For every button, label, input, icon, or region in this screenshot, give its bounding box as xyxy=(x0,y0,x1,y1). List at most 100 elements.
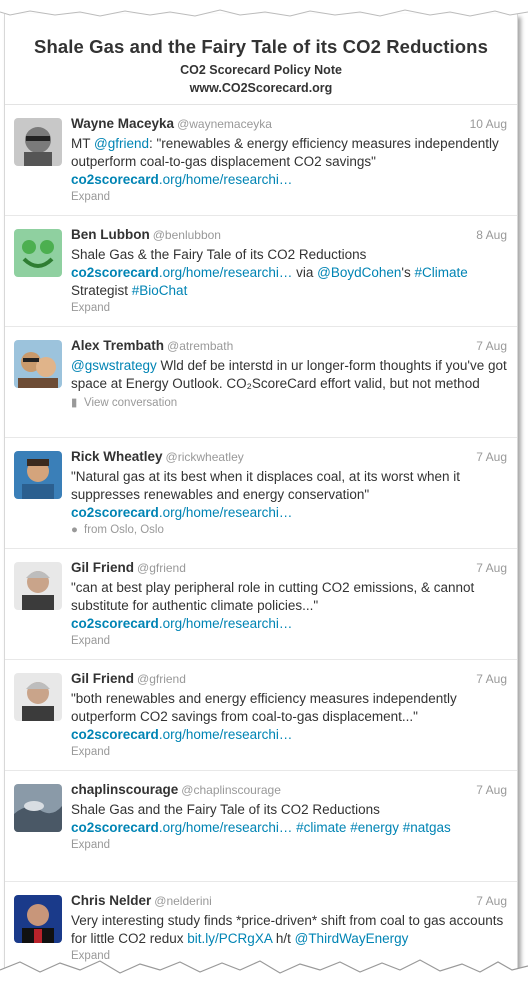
hashtag-link[interactable]: #BioChat xyxy=(132,283,188,298)
tweet-text: Very interesting study finds *price-driv… xyxy=(71,912,507,948)
tweet-date[interactable]: 7 Aug xyxy=(476,339,507,353)
mention-link[interactable]: @gswstrategy xyxy=(71,358,157,373)
link-domain: co2scorecard xyxy=(71,172,159,187)
article-link[interactable]: co2scorecard.org/home/researchi… xyxy=(71,727,292,742)
avatar[interactable] xyxy=(14,895,62,943)
tweet-widget: Shale Gas and the Fairy Tale of its CO2 … xyxy=(4,14,518,976)
author-handle[interactable]: @waynemaceyka xyxy=(177,117,272,131)
tweet-text: @gswstrategy Wld def be interstd in ur l… xyxy=(71,357,507,393)
author-handle[interactable]: @gfriend xyxy=(137,672,186,686)
tweet-text: "can at best play peripheral role in cut… xyxy=(71,579,507,633)
text-segment: "both renewables and energy efficiency m… xyxy=(71,691,457,724)
author-handle[interactable]: @chaplinscourage xyxy=(181,783,281,797)
author-name[interactable]: Gil Friend xyxy=(71,671,134,686)
tweet-text: MT @gfriend: "renewables & energy effici… xyxy=(71,135,507,189)
site-url[interactable]: www.CO2Scorecard.org xyxy=(5,81,517,95)
mention-link[interactable]: @gfriend xyxy=(94,136,149,151)
link-path: .org/home/researchi… xyxy=(158,820,293,835)
author-handle[interactable]: @atrembath xyxy=(167,339,233,353)
article-link[interactable]: co2scorecard.org/home/researchi… xyxy=(71,505,292,520)
text-segment: 's xyxy=(401,265,415,280)
tweet-text: Shale Gas & the Fairy Tale of its CO2 Re… xyxy=(71,246,507,300)
tweet-date[interactable]: 7 Aug xyxy=(476,672,507,686)
link-path: .org/home/researchi… xyxy=(158,616,293,631)
expand-link[interactable]: Expand xyxy=(71,635,507,650)
mention-link[interactable]: @ThirdWayEnergy xyxy=(295,931,409,946)
speech-bubble-icon: ▮ xyxy=(71,397,78,409)
author-name[interactable]: Alex Trembath xyxy=(71,338,164,353)
footer-label: from Oslo, Oslo xyxy=(84,524,164,536)
expand-link[interactable]: Expand xyxy=(71,839,507,854)
footer-label: Expand xyxy=(71,950,111,962)
tweet-date[interactable]: 8 Aug xyxy=(476,228,507,242)
footer-label: Expand xyxy=(71,302,111,314)
link-domain: co2scorecard xyxy=(71,616,159,631)
article-link[interactable]: co2scorecard.org/home/researchi… xyxy=(71,172,292,187)
link-path: .org/home/researchi… xyxy=(158,265,293,280)
link-domain: co2scorecard xyxy=(71,727,159,742)
footer-label: Expand xyxy=(71,839,111,851)
text-segment: Shale Gas and the Fairy Tale of its CO2 … xyxy=(71,802,380,817)
footer-label: Expand xyxy=(71,635,111,647)
hashtag-link[interactable]: #natgas xyxy=(403,820,451,835)
tweet: Ben Lubbon @benlubbon 8 Aug Shale Gas & t… xyxy=(5,216,517,327)
avatar[interactable] xyxy=(14,451,62,499)
expand-link[interactable]: Expand xyxy=(71,950,507,965)
author-name[interactable]: Ben Lubbon xyxy=(71,227,150,242)
text-segment: via xyxy=(292,265,318,280)
short-link[interactable]: bit.ly/PCRgXA xyxy=(187,931,272,946)
avatar[interactable] xyxy=(14,784,62,832)
author-handle[interactable]: @rickwheatley xyxy=(166,450,244,464)
tweet-text: Shale Gas and the Fairy Tale of its CO2 … xyxy=(71,801,507,837)
link-domain: co2scorecard xyxy=(71,505,159,520)
view-conversation-link[interactable]: ▮ View conversation xyxy=(71,395,507,410)
mention-link[interactable]: @BoydCohen xyxy=(317,265,401,280)
avatar[interactable] xyxy=(14,118,62,166)
link-path: .org/home/researchi… xyxy=(158,172,293,187)
article-link[interactable]: co2scorecard.org/home/researchi… xyxy=(71,820,292,835)
hashtag-link[interactable]: #energy xyxy=(350,820,399,835)
widget-header: Shale Gas and the Fairy Tale of its CO2 … xyxy=(5,14,517,105)
tweet: chaplinscourage @chaplinscourage 7 Aug Sh… xyxy=(5,771,517,882)
text-segment: h/t xyxy=(272,931,295,946)
avatar[interactable] xyxy=(14,340,62,388)
tweet-date[interactable]: 7 Aug xyxy=(476,450,507,464)
article-link[interactable]: co2scorecard.org/home/researchi… xyxy=(71,616,292,631)
avatar[interactable] xyxy=(14,229,62,277)
link-domain: co2scorecard xyxy=(71,265,159,280)
author-name[interactable]: Rick Wheatley xyxy=(71,449,163,464)
tweet: Gil Friend @gfriend 7 Aug "can at best pl… xyxy=(5,549,517,660)
location-label[interactable]: ● from Oslo, Oslo xyxy=(71,524,507,539)
avatar[interactable] xyxy=(14,673,62,721)
text-segment: "can at best play peripheral role in cut… xyxy=(71,580,475,613)
tweet-text: "Natural gas at its best when it displac… xyxy=(71,468,507,522)
author-name[interactable]: Gil Friend xyxy=(71,560,134,575)
author-name[interactable]: chaplinscourage xyxy=(71,782,178,797)
tweet-date[interactable]: 10 Aug xyxy=(470,117,507,131)
page-title: Shale Gas and the Fairy Tale of its CO2 … xyxy=(34,36,488,57)
tweet-list: Wayne Maceyka @waynemaceyka 10 Aug MT @gf… xyxy=(5,105,517,976)
avatar[interactable] xyxy=(14,562,62,610)
text-segment: MT xyxy=(71,136,94,151)
expand-link[interactable]: Expand xyxy=(71,746,507,761)
author-handle[interactable]: @gfriend xyxy=(137,561,186,575)
text-segment: "Natural gas at its best when it displac… xyxy=(71,469,460,502)
article-link[interactable]: co2scorecard.org/home/researchi… xyxy=(71,265,292,280)
author-name[interactable]: Chris Nelder xyxy=(71,893,151,908)
tweet-date[interactable]: 7 Aug xyxy=(476,561,507,575)
author-handle[interactable]: @nelderini xyxy=(154,894,212,908)
tweet-date[interactable]: 7 Aug xyxy=(476,783,507,797)
expand-link[interactable]: Expand xyxy=(71,191,507,206)
expand-link[interactable]: Expand xyxy=(71,302,507,317)
hashtag-link[interactable]: #Climate xyxy=(414,265,467,280)
hashtag-link[interactable]: #climate xyxy=(296,820,346,835)
author-name[interactable]: Wayne Maceyka xyxy=(71,116,174,131)
tweet: Wayne Maceyka @waynemaceyka 10 Aug MT @gf… xyxy=(5,105,517,216)
tweet-date[interactable]: 7 Aug xyxy=(476,894,507,908)
tweet: Chris Nelder @nelderini 7 Aug Very intere… xyxy=(5,882,517,976)
author-handle[interactable]: @benlubbon xyxy=(153,228,221,242)
link-path: .org/home/researchi… xyxy=(158,505,293,520)
footer-label: Expand xyxy=(71,746,111,758)
link-path: .org/home/researchi… xyxy=(158,727,293,742)
page-subtitle: CO2 Scorecard Policy Note xyxy=(180,63,342,77)
